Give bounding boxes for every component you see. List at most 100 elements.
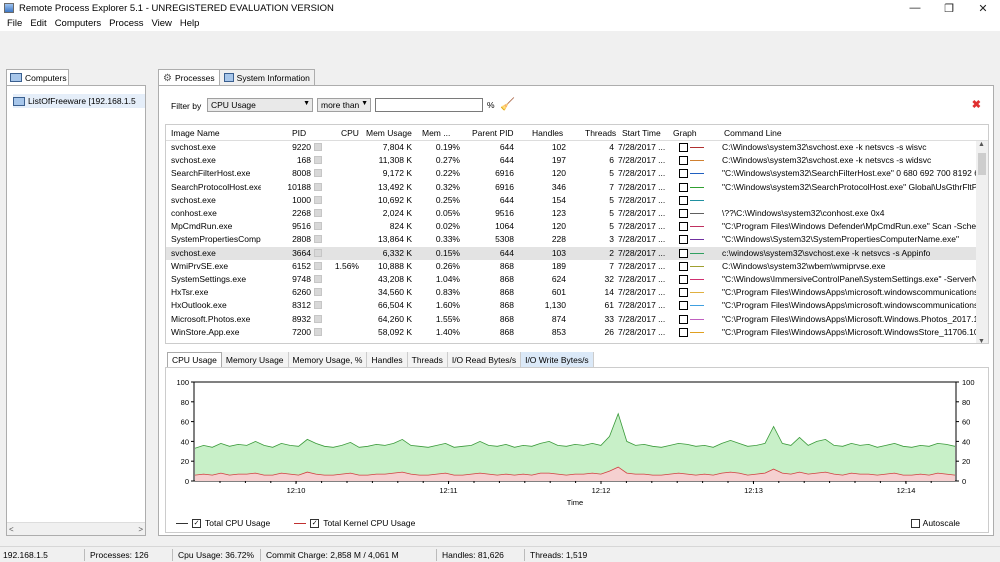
table-row[interactable]: conhost.exe 2268 2,024 K 0.05% 9516 123 5 7/28/… bbox=[166, 207, 978, 220]
tab-io-read[interactable]: I/O Read Bytes/s bbox=[447, 352, 522, 367]
y-tick-label-right: 40 bbox=[962, 437, 970, 446]
table-row[interactable]: Microsoft.Photos.exe 8932 64,260 K 1.55% 868… bbox=[166, 313, 978, 326]
table-row[interactable]: svchost.exe 168 11,308 K 0.27% 644 197 6 7/28/2… bbox=[166, 154, 978, 167]
minimize-button[interactable]: — bbox=[898, 0, 932, 16]
vertical-scrollbar[interactable]: ▲ ▼ bbox=[976, 141, 988, 343]
table-row[interactable]: WmiPrvSE.exe 6152 1.56% 10,888 K 0.26% 868 189… bbox=[166, 260, 978, 273]
col-parent-pid[interactable]: Parent PID bbox=[472, 128, 514, 138]
table-row[interactable]: SearchFilterHost.exe 8008 9,172 K 0.22% 6916… bbox=[166, 167, 978, 180]
close-window-button[interactable]: ✕ bbox=[966, 0, 1000, 16]
tree-item-computer[interactable]: ListOfFreeware [192.168.1.5 bbox=[13, 94, 145, 108]
close-filter-icon[interactable]: ✖ bbox=[972, 98, 981, 111]
tab-memory-usage-percent[interactable]: Memory Usage, % bbox=[288, 352, 368, 367]
scroll-left-icon[interactable]: < bbox=[9, 525, 14, 534]
graph-checkbox[interactable] bbox=[679, 235, 688, 245]
filter-operator-select[interactable]: more than ▼ bbox=[317, 98, 371, 112]
graph-checkbox[interactable] bbox=[679, 182, 688, 192]
graph-color-line bbox=[690, 239, 704, 241]
clear-filter-icon[interactable]: 🧹 bbox=[500, 97, 515, 111]
table-row[interactable]: svchost.exe 1000 10,692 K 0.25% 644 154 5 7/28/… bbox=[166, 194, 978, 207]
menu-edit[interactable]: Edit bbox=[26, 18, 50, 29]
tab-computers[interactable]: Computers bbox=[6, 69, 69, 85]
graph-checkbox[interactable] bbox=[679, 143, 688, 152]
cell-threads: 7 bbox=[609, 260, 614, 271]
col-threads[interactable]: Threads bbox=[585, 128, 616, 138]
cell-start: 7/28/2017 ... bbox=[618, 300, 666, 311]
graph-checkbox[interactable] bbox=[679, 222, 688, 232]
maximize-button[interactable]: ❐ bbox=[932, 0, 966, 16]
tab-threads[interactable]: Threads bbox=[407, 352, 448, 367]
cpu-bar bbox=[314, 222, 322, 231]
cell-start: 7/28/2017 ... bbox=[618, 234, 666, 245]
col-start-time[interactable]: Start Time bbox=[622, 128, 661, 138]
scroll-up-icon[interactable]: ▲ bbox=[978, 141, 985, 148]
cell-pid: 8932 bbox=[292, 313, 311, 324]
graph-checkbox[interactable] bbox=[679, 261, 688, 271]
scroll-right-icon[interactable]: > bbox=[138, 525, 143, 534]
col-cpu[interactable]: CPU bbox=[341, 128, 359, 138]
tab-processes[interactable]: ⚙ Processes bbox=[158, 69, 220, 86]
col-mem-percent[interactable]: Mem ... bbox=[422, 128, 450, 138]
autoscale-checkbox[interactable] bbox=[910, 518, 920, 528]
table-row[interactable]: svchost.exe 9220 7,804 K 0.19% 644 102 4 7/28/2… bbox=[166, 141, 978, 154]
cell-name: MpCmdRun.exe bbox=[171, 221, 233, 232]
menu-file[interactable]: File bbox=[3, 18, 26, 29]
col-pid[interactable]: PID bbox=[292, 128, 306, 138]
table-row[interactable]: svchost.exe 3664 6,332 K 0.15% 644 103 2 7/28/2… bbox=[166, 246, 978, 260]
scroll-down-icon[interactable]: ▼ bbox=[978, 338, 985, 343]
graph-checkbox[interactable] bbox=[679, 248, 688, 258]
menu-view[interactable]: View bbox=[147, 18, 175, 29]
cell-memp: 0.33% bbox=[435, 234, 460, 245]
graph-checkbox[interactable] bbox=[679, 288, 688, 298]
legend-total-label: Total CPU Usage bbox=[205, 518, 271, 528]
x-axis-label: Time bbox=[567, 498, 583, 507]
graph-checkbox[interactable] bbox=[679, 314, 688, 324]
x-tick-label: 12:10 bbox=[287, 486, 306, 495]
filter-value-input[interactable] bbox=[375, 98, 483, 112]
horizontal-scrollbar[interactable]: < > bbox=[7, 522, 145, 535]
tab-handles[interactable]: Handles bbox=[367, 352, 408, 367]
cell-name: svchost.exe bbox=[171, 155, 216, 166]
autoscale-option[interactable]: Autoscale bbox=[910, 518, 960, 528]
tab-io-write[interactable]: I/O Write Bytes/s bbox=[521, 352, 594, 367]
table-row[interactable]: SearchProtocolHost.exe 10188 13,492 K 0.32%… bbox=[166, 181, 978, 194]
y-tick-label: 20 bbox=[181, 457, 189, 466]
table-row[interactable]: HxOutlook.exe 8312 66,504 K 1.60% 868 1,130 61… bbox=[166, 299, 978, 312]
kernel-cpu-checkbox[interactable]: ✓ bbox=[310, 518, 320, 528]
cell-pid: 2808 bbox=[292, 234, 311, 245]
graph-checkbox[interactable] bbox=[679, 169, 688, 179]
scroll-thumb[interactable] bbox=[978, 153, 986, 175]
col-image-name[interactable]: Image Name bbox=[171, 128, 220, 138]
cpu-bar bbox=[314, 169, 322, 178]
table-row[interactable]: WinStore.App.exe 7200 58,092 K 1.40% 868 853 2… bbox=[166, 326, 978, 339]
menu-process[interactable]: Process bbox=[105, 18, 147, 29]
graph-checkbox[interactable] bbox=[679, 195, 688, 205]
cell-threads: 33 bbox=[604, 313, 614, 324]
menu-computers[interactable]: Computers bbox=[51, 18, 105, 29]
table-row[interactable]: HxTsr.exe 6260 34,560 K 0.83% 868 601 14 7/28/2… bbox=[166, 286, 978, 299]
table-row[interactable]: SystemSettings.exe 9748 43,208 K 1.04% 868 62… bbox=[166, 273, 978, 286]
menu-help[interactable]: Help bbox=[176, 18, 204, 29]
graph-checkbox[interactable] bbox=[679, 327, 688, 337]
col-graph[interactable]: Graph bbox=[673, 128, 697, 138]
filter-field-select[interactable]: CPU Usage ▼ bbox=[207, 98, 313, 112]
graph-checkbox[interactable] bbox=[679, 156, 688, 166]
graph-checkbox[interactable] bbox=[679, 275, 688, 284]
cpu-bar bbox=[314, 288, 322, 297]
col-command-line[interactable]: Command Line bbox=[724, 128, 782, 138]
tab-memory-usage[interactable]: Memory Usage bbox=[221, 352, 289, 367]
graph-checkbox[interactable] bbox=[679, 301, 688, 311]
graph-checkbox[interactable] bbox=[679, 209, 688, 218]
table-row[interactable]: SystemPropertiesComp... 2808 13,864 K 0.33%… bbox=[166, 233, 978, 246]
table-row[interactable]: MpCmdRun.exe 9516 824 K 0.02% 1064 120 5 7/28/2… bbox=[166, 220, 978, 233]
graph-color-line bbox=[690, 160, 704, 162]
col-mem-usage[interactable]: Mem Usage bbox=[366, 128, 412, 138]
cell-cmd: "C:\Windows\ImmersiveControlPanel\System… bbox=[722, 274, 978, 284]
cell-ppid: 868 bbox=[499, 326, 514, 337]
col-handles[interactable]: Handles bbox=[532, 128, 563, 138]
graph-color-line bbox=[690, 292, 704, 294]
total-cpu-checkbox[interactable]: ✓ bbox=[192, 518, 201, 528]
tab-cpu-usage[interactable]: CPU Usage bbox=[167, 352, 222, 367]
tab-system-information[interactable]: System Information bbox=[218, 69, 315, 85]
graph-color-line bbox=[690, 186, 704, 188]
